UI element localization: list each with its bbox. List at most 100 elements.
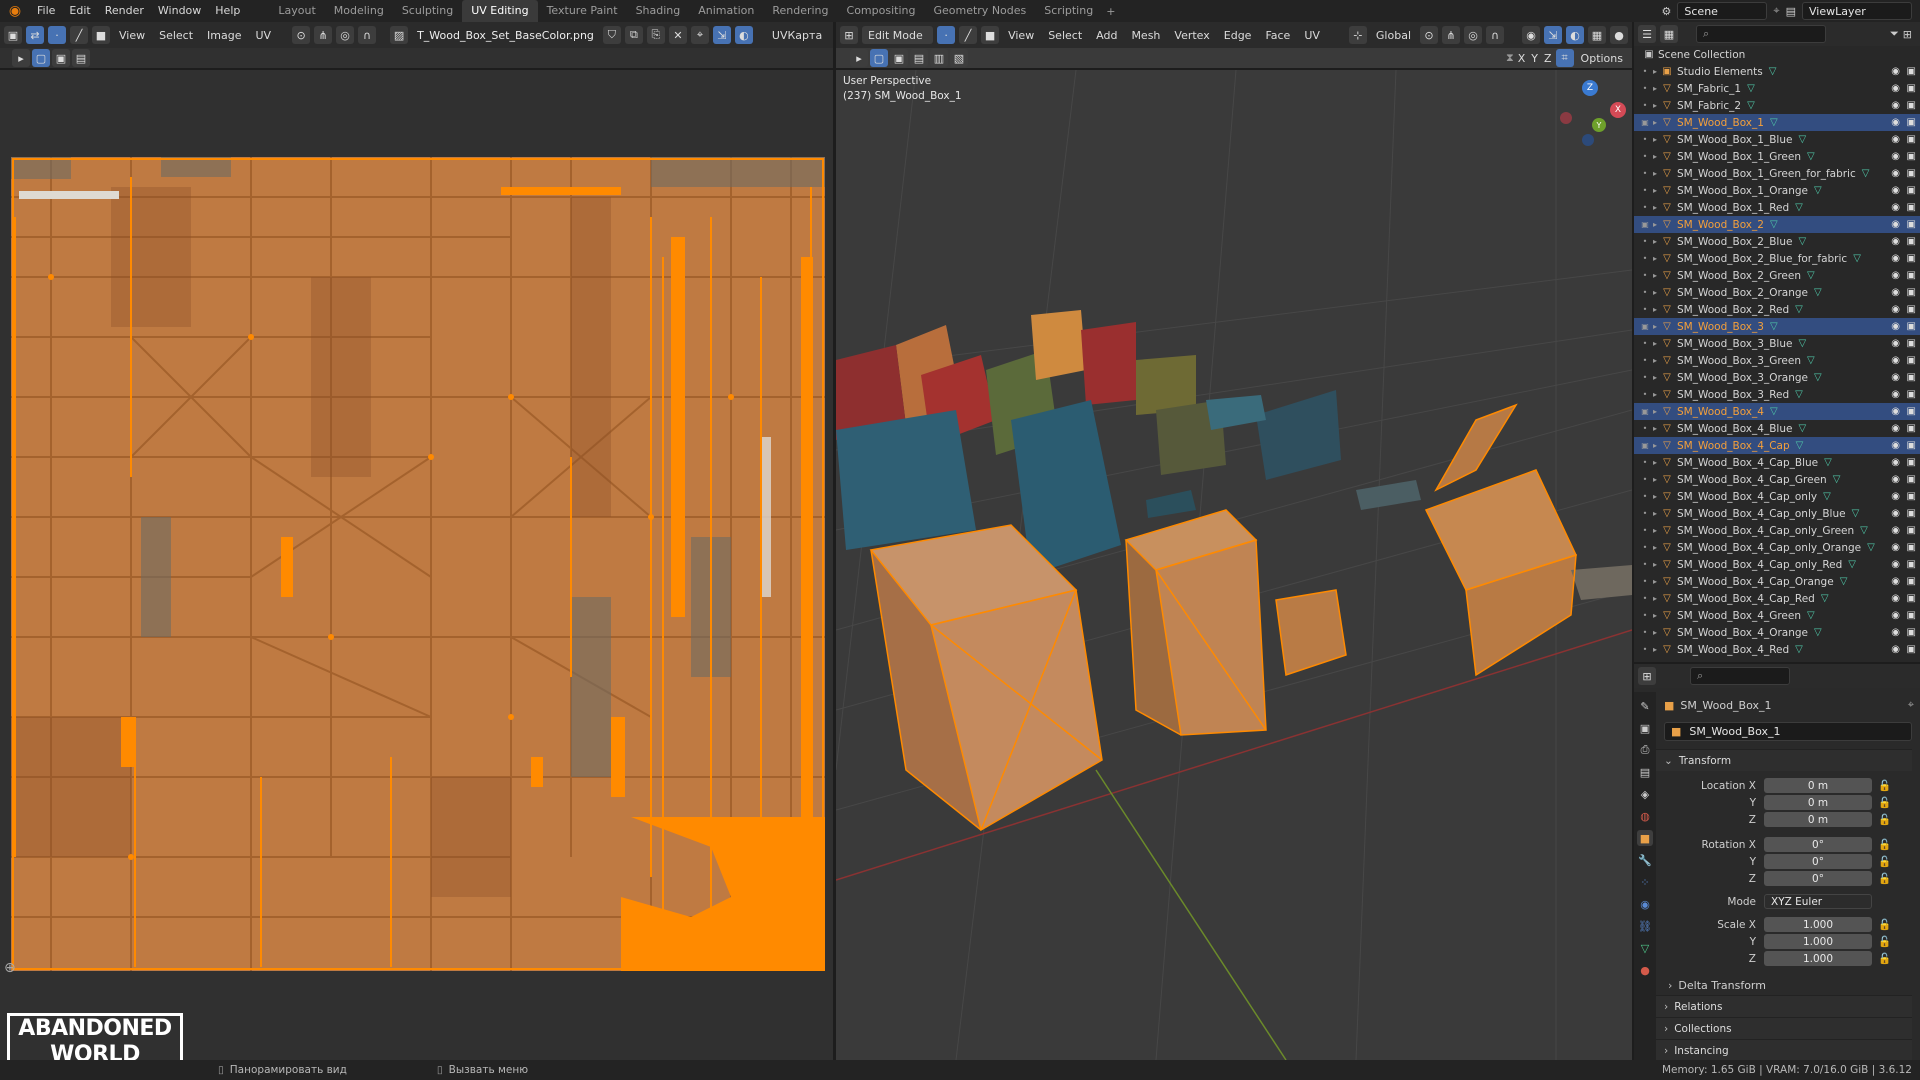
- outliner-row[interactable]: • ▸ ▽ SM_Wood_Box_3_Green ▽ ◉ ▣: [1634, 352, 1920, 369]
- eye-icon[interactable]: ◉: [1891, 644, 1900, 655]
- eye-icon[interactable]: ◉: [1891, 372, 1900, 383]
- outliner-row[interactable]: • ▸ ▽ SM_Wood_Box_4_Green ▽ ◉ ▣: [1634, 607, 1920, 624]
- tab-layout[interactable]: Layout: [269, 0, 324, 22]
- eye-icon[interactable]: ◉: [1891, 151, 1900, 162]
- physics-tab-icon[interactable]: ◉: [1637, 896, 1653, 912]
- outliner-row[interactable]: ▣ ▸ ▽ SM_Wood_Box_4 ▽ ◉ ▣: [1634, 403, 1920, 420]
- outliner-row[interactable]: • ▸ ▽ SM_Wood_Box_4_Cap_Red ▽ ◉ ▣: [1634, 590, 1920, 607]
- transform-panel-header[interactable]: ⌄ Transform: [1656, 749, 1912, 771]
- uv-menu-view[interactable]: View: [114, 29, 150, 42]
- camera-icon[interactable]: ▣: [1907, 525, 1916, 536]
- instancing-panel-header[interactable]: › Instancing: [1656, 1039, 1912, 1061]
- menu-window[interactable]: Window: [151, 0, 208, 22]
- vertex-mode-icon[interactable]: ·: [937, 26, 956, 44]
- tab-shading[interactable]: Shading: [627, 0, 690, 22]
- uv-map-name[interactable]: UVКарта: [767, 29, 827, 42]
- overlay-icon[interactable]: ◐: [734, 26, 753, 44]
- outliner-row[interactable]: • ▸ ▽ SM_Wood_Box_3_Red ▽ ◉ ▣: [1634, 386, 1920, 403]
- outliner-row[interactable]: • ▸ ▽ SM_Wood_Box_4_Cap_only_Red ▽ ◉ ▣: [1634, 556, 1920, 573]
- face-select-icon[interactable]: ■: [92, 26, 110, 44]
- eye-icon[interactable]: ◉: [1891, 83, 1900, 94]
- lock-icon[interactable]: 🔓: [1878, 779, 1891, 792]
- outliner-row[interactable]: • ▸ ▽ SM_Wood_Box_2_Green ▽ ◉ ▣: [1634, 267, 1920, 284]
- scene-collection-row[interactable]: ▣ Scene Collection: [1634, 46, 1920, 63]
- expand-arrow-icon[interactable]: ▸: [1650, 203, 1660, 212]
- material-tab-icon[interactable]: ●: [1637, 962, 1653, 978]
- shading-solid-icon[interactable]: ●: [1610, 26, 1628, 44]
- expand-arrow-icon[interactable]: ▸: [1650, 373, 1660, 382]
- new-collection-icon[interactable]: ⊞: [1903, 28, 1912, 41]
- camera-icon[interactable]: ▣: [1907, 270, 1916, 281]
- particles-tab-icon[interactable]: ⁘: [1637, 874, 1653, 890]
- camera-icon[interactable]: ▣: [1907, 185, 1916, 196]
- data-tab-icon[interactable]: ▽: [1637, 940, 1653, 956]
- scale-y-field[interactable]: 1.000: [1764, 934, 1872, 949]
- outliner-row[interactable]: • ▸ ▽ SM_Wood_Box_4_Blue ▽ ◉ ▣: [1634, 420, 1920, 437]
- edge-select-icon[interactable]: ╱: [70, 26, 88, 44]
- vp-falloff-icon[interactable]: ∩: [1486, 26, 1504, 44]
- expand-arrow-icon[interactable]: ▸: [1650, 220, 1660, 229]
- rotation-mode-select[interactable]: XYZ Euler: [1764, 894, 1872, 909]
- navigation-gizmo[interactable]: Z X Y: [1556, 78, 1626, 148]
- camera-icon[interactable]: ▣: [1907, 321, 1916, 332]
- expand-arrow-icon[interactable]: ▸: [1650, 67, 1660, 76]
- scene-icon[interactable]: ⚙: [1662, 5, 1672, 18]
- camera-icon[interactable]: ▣: [1907, 117, 1916, 128]
- vp-select-intersect-icon[interactable]: ▧: [950, 49, 968, 67]
- gizmo-neg-z[interactable]: [1582, 134, 1594, 146]
- camera-icon[interactable]: ▣: [1907, 406, 1916, 417]
- camera-icon[interactable]: ▣: [1907, 389, 1916, 400]
- rotation-x-field[interactable]: 0°: [1764, 837, 1872, 852]
- camera-icon[interactable]: ▣: [1907, 287, 1916, 298]
- pivot-icon[interactable]: ⊙: [292, 26, 311, 44]
- camera-icon[interactable]: ▣: [1907, 440, 1916, 451]
- outliner-editor-type-icon[interactable]: ☰: [1638, 25, 1656, 43]
- pin-icon[interactable]: ⌖: [1773, 4, 1779, 18]
- select-new-icon[interactable]: ▢: [32, 49, 50, 67]
- relations-panel-header[interactable]: › Relations: [1656, 995, 1912, 1017]
- image-browse-icon[interactable]: ▨: [390, 26, 409, 44]
- view-layer-icon[interactable]: ▤: [1786, 5, 1796, 18]
- outliner-row[interactable]: • ▸ ▽ SM_Wood_Box_2_Orange ▽ ◉ ▣: [1634, 284, 1920, 301]
- camera-icon[interactable]: ▣: [1907, 134, 1916, 145]
- eye-icon[interactable]: ◉: [1891, 559, 1900, 570]
- camera-icon[interactable]: ▣: [1907, 610, 1916, 621]
- camera-icon[interactable]: ▣: [1907, 202, 1916, 213]
- scale-z-field[interactable]: 1.000: [1764, 951, 1872, 966]
- eye-icon[interactable]: ◉: [1891, 117, 1900, 128]
- expand-arrow-icon[interactable]: ▸: [1650, 628, 1660, 637]
- constraints-tab-icon[interactable]: ⛓: [1637, 918, 1653, 934]
- lock-icon[interactable]: 🔓: [1878, 813, 1891, 826]
- select-extend-icon[interactable]: ▣: [52, 49, 70, 67]
- camera-icon[interactable]: ▣: [1907, 304, 1916, 315]
- camera-icon[interactable]: ▣: [1907, 100, 1916, 111]
- uv-menu-uv[interactable]: UV: [251, 29, 277, 42]
- camera-icon[interactable]: ▣: [1907, 151, 1916, 162]
- expand-arrow-icon[interactable]: ▸: [1650, 458, 1660, 467]
- lock-icon[interactable]: 🔓: [1878, 838, 1891, 851]
- eye-icon[interactable]: ◉: [1891, 406, 1900, 417]
- expand-arrow-icon[interactable]: ▸: [1650, 152, 1660, 161]
- menu-edit[interactable]: Edit: [62, 0, 97, 22]
- orientation-selector[interactable]: Global: [1371, 29, 1416, 42]
- vp-gizmo-icon[interactable]: ⇲: [1544, 26, 1562, 44]
- expand-arrow-icon[interactable]: ▸: [1650, 356, 1660, 365]
- eye-icon[interactable]: ◉: [1891, 236, 1900, 247]
- tab-uv-editing[interactable]: UV Editing: [462, 0, 538, 22]
- expand-arrow-icon[interactable]: ▸: [1650, 594, 1660, 603]
- camera-icon[interactable]: ▣: [1907, 338, 1916, 349]
- vp-overlay-icon[interactable]: ◐: [1566, 26, 1584, 44]
- outliner-row[interactable]: ▣ ▸ ▽ SM_Wood_Box_2 ▽ ◉ ▣: [1634, 216, 1920, 233]
- outliner-row[interactable]: • ▸ ▽ SM_Wood_Box_4_Cap_only_Blue ▽ ◉ ▣: [1634, 505, 1920, 522]
- eye-icon[interactable]: ◉: [1891, 593, 1900, 604]
- eye-icon[interactable]: ◉: [1891, 389, 1900, 400]
- editor-type-icon[interactable]: ▣: [4, 26, 22, 44]
- unlink-icon[interactable]: ✕: [668, 26, 687, 44]
- camera-icon[interactable]: ▣: [1907, 491, 1916, 502]
- outliner-row[interactable]: • ▸ ▽ SM_Wood_Box_1_Orange ▽ ◉ ▣: [1634, 182, 1920, 199]
- scene-tab-icon[interactable]: ◈: [1637, 786, 1653, 802]
- camera-icon[interactable]: ▣: [1907, 576, 1916, 587]
- view-layer-tab-icon[interactable]: ▤: [1637, 764, 1653, 780]
- pivot-point-icon[interactable]: ⊙: [1420, 26, 1438, 44]
- camera-icon[interactable]: ▣: [1907, 627, 1916, 638]
